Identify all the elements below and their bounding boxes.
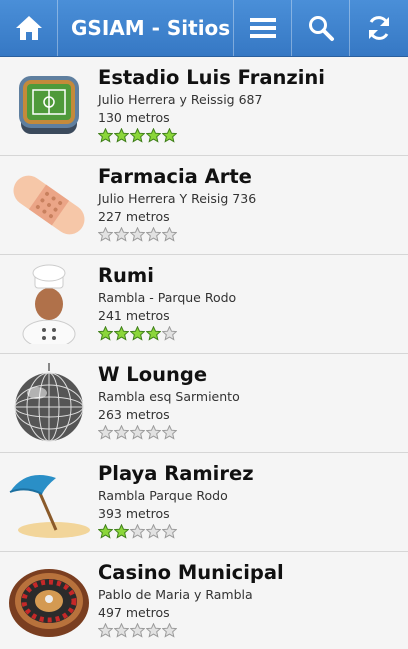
place-name: Casino Municipal	[98, 561, 284, 584]
star-empty-icon	[162, 623, 177, 638]
stadium-icon	[0, 57, 98, 155]
star-empty-icon	[130, 425, 145, 440]
rating-stars	[98, 524, 254, 539]
home-icon	[15, 16, 42, 40]
chef-icon	[0, 255, 98, 353]
menu-button[interactable]	[234, 0, 292, 56]
star-empty-icon	[114, 425, 129, 440]
search-button[interactable]	[292, 0, 350, 56]
star-empty-icon	[130, 623, 145, 638]
rating-stars	[98, 425, 240, 440]
star-filled-icon	[146, 128, 161, 143]
refresh-button[interactable]	[350, 0, 408, 56]
place-name: W Lounge	[98, 363, 208, 386]
place-name: Farmacia Arte	[98, 165, 252, 188]
star-filled-icon	[114, 524, 129, 539]
place-name: Playa Ramirez	[98, 462, 254, 485]
place-address: Pablo de Maria y Rambla	[98, 587, 253, 602]
star-filled-icon	[98, 524, 113, 539]
disco-ball-icon	[0, 354, 98, 452]
menu-icon	[249, 18, 276, 38]
star-filled-icon	[98, 326, 113, 341]
star-empty-icon	[146, 227, 161, 242]
bandage-icon	[0, 156, 98, 254]
rating-stars	[98, 227, 256, 242]
list-item[interactable]: Playa Ramirez Rambla Parque Rodo 393 met…	[0, 453, 408, 552]
star-empty-icon	[162, 227, 177, 242]
star-filled-icon	[114, 326, 129, 341]
star-empty-icon	[114, 623, 129, 638]
refresh-icon	[369, 16, 389, 40]
place-address: Rambla esq Sarmiento	[98, 389, 240, 404]
search-icon	[308, 16, 334, 41]
page-title: GSIAM - Sitios	[58, 0, 234, 56]
star-filled-icon	[146, 326, 161, 341]
place-distance: 241 metros	[98, 308, 170, 323]
place-distance: 263 metros	[98, 407, 170, 422]
star-empty-icon	[98, 425, 113, 440]
star-empty-icon	[146, 425, 161, 440]
star-empty-icon	[130, 524, 145, 539]
home-button[interactable]	[0, 0, 58, 56]
star-empty-icon	[162, 326, 177, 341]
star-empty-icon	[130, 227, 145, 242]
list-item[interactable]: W Lounge Rambla esq Sarmiento 263 metros	[0, 354, 408, 453]
star-filled-icon	[130, 326, 145, 341]
star-filled-icon	[114, 128, 129, 143]
star-empty-icon	[114, 227, 129, 242]
list-item[interactable]: Farmacia Arte Julio Herrera Y Reisig 736…	[0, 156, 408, 255]
star-empty-icon	[162, 425, 177, 440]
action-bar: GSIAM - Sitios	[0, 0, 408, 57]
star-filled-icon	[98, 128, 113, 143]
list-item[interactable]: Casino Municipal Pablo de Maria y Rambla…	[0, 552, 408, 649]
star-empty-icon	[98, 623, 113, 638]
star-empty-icon	[98, 227, 113, 242]
place-name: Estadio Luis Franzini	[98, 66, 325, 89]
star-filled-icon	[162, 128, 177, 143]
list-item[interactable]: Estadio Luis Franzini Julio Herrera y Re…	[0, 57, 408, 156]
star-empty-icon	[146, 623, 161, 638]
list-item[interactable]: Rumi Rambla - Parque Rodo 241 metros	[0, 255, 408, 354]
rating-stars	[98, 326, 236, 341]
rating-stars	[98, 623, 284, 638]
place-distance: 393 metros	[98, 506, 170, 521]
place-address: Julio Herrera Y Reisig 736	[98, 191, 257, 206]
place-address: Julio Herrera y Reissig 687	[98, 92, 263, 107]
place-name: Rumi	[98, 264, 154, 287]
place-address: Rambla - Parque Rodo	[98, 290, 237, 305]
star-filled-icon	[130, 128, 145, 143]
places-list: Estadio Luis Franzini Julio Herrera y Re…	[0, 57, 408, 649]
roulette-icon	[0, 552, 98, 649]
place-distance: 130 metros	[98, 110, 170, 125]
star-empty-icon	[146, 524, 161, 539]
rating-stars	[98, 128, 325, 143]
beach-umbrella-icon	[0, 453, 98, 551]
place-distance: 497 metros	[98, 605, 170, 620]
place-distance: 227 metros	[98, 209, 170, 224]
place-address: Rambla Parque Rodo	[98, 488, 228, 503]
app: GSIAM - Sitios Estadio Luis Franzini Jul…	[0, 0, 408, 649]
star-empty-icon	[162, 524, 177, 539]
